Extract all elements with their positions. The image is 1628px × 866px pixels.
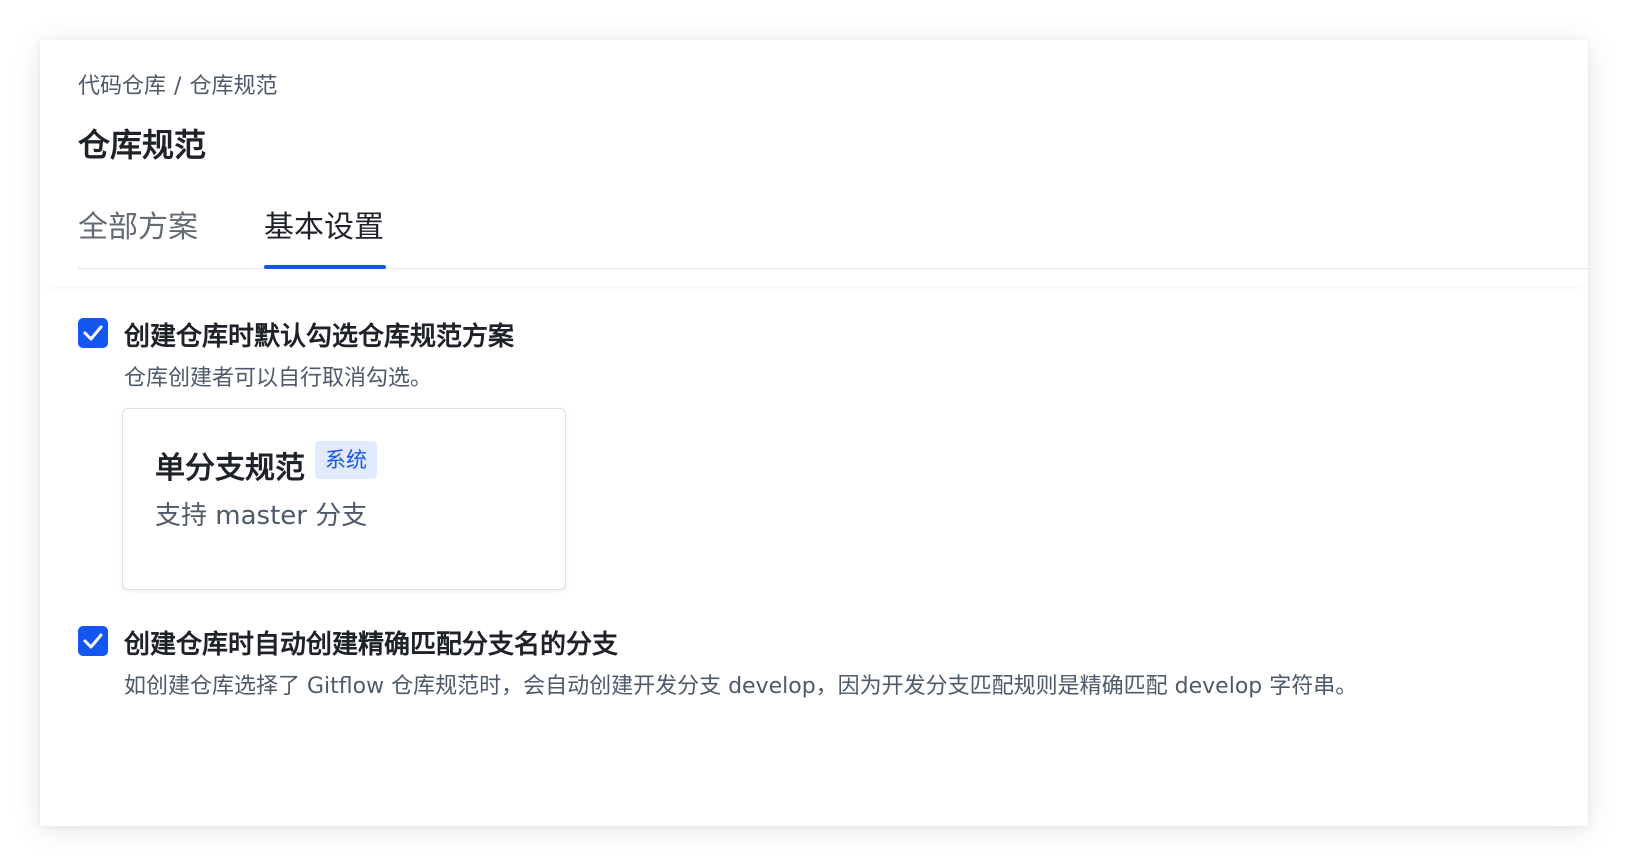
option-title: 创建仓库时自动创建精确匹配分支名的分支: [124, 630, 619, 660]
checkmark-icon: [83, 325, 103, 341]
tab-bar: 全部方案 基本设置: [78, 198, 1588, 269]
breadcrumb: 代码仓库 / 仓库规范: [78, 68, 277, 100]
default-check-scheme-checkbox[interactable]: [78, 318, 108, 348]
option-title: 创建仓库时默认勾选仓库规范方案: [124, 322, 515, 352]
checkmark-icon: [83, 633, 103, 649]
scheme-card-title: 单分支规范: [155, 451, 305, 486]
option-description: 如创建仓库选择了 Gitflow 仓库规范时，会自动创建开发分支 develop…: [124, 674, 1358, 699]
option-description: 仓库创建者可以自行取消勾选。: [124, 366, 433, 391]
breadcrumb-separator: /: [174, 74, 182, 99]
scheme-card-description: 支持 master 分支: [155, 501, 368, 531]
tab-basic-settings[interactable]: 基本设置: [264, 202, 384, 246]
tab-all-schemes[interactable]: 全部方案: [78, 202, 198, 246]
breadcrumb-item-code-repo[interactable]: 代码仓库: [78, 74, 166, 99]
system-badge: 系统: [315, 441, 377, 479]
scheme-card-single-branch[interactable]: 单分支规范 系统 支持 master 分支: [122, 408, 566, 590]
breadcrumb-item-current: 仓库规范: [189, 74, 278, 99]
auto-create-branch-checkbox[interactable]: [78, 626, 108, 656]
page-title: 仓库规范: [78, 126, 207, 164]
active-tab-indicator: [264, 265, 386, 269]
page-header: 代码仓库 / 仓库规范 仓库规范 全部方案 基本设置: [40, 40, 1588, 286]
settings-panel: 代码仓库 / 仓库规范 仓库规范 全部方案 基本设置 创建仓库时默认勾选仓库规范方案…: [40, 40, 1588, 826]
